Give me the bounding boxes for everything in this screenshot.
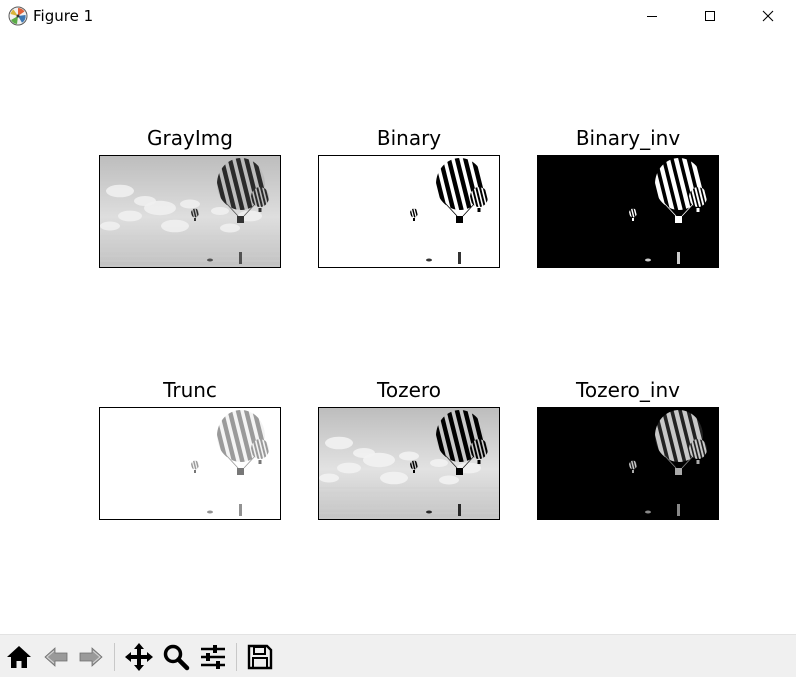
sliders-icon xyxy=(201,645,225,669)
matplotlib-icon xyxy=(8,6,28,26)
maximize-button[interactable] xyxy=(681,0,739,32)
subplot-tozero[interactable] xyxy=(318,407,500,520)
subplot-title-tozero-inv: Tozero_inv xyxy=(576,378,680,402)
subplot-binary[interactable] xyxy=(318,155,500,268)
navigation-toolbar xyxy=(0,634,796,677)
subplot-trunc[interactable] xyxy=(99,407,281,520)
close-button[interactable] xyxy=(739,0,796,32)
title-bar: Figure 1 xyxy=(0,0,796,32)
subplot-image xyxy=(538,156,718,267)
subplot-title-tozero: Tozero xyxy=(377,378,441,402)
back-button[interactable] xyxy=(39,640,73,674)
move-icon xyxy=(125,643,153,671)
save-button[interactable] xyxy=(243,640,277,674)
subplot-binary-inv[interactable] xyxy=(537,155,719,268)
zoom-button[interactable] xyxy=(159,640,193,674)
home-button[interactable] xyxy=(2,640,36,674)
subplot-grayimg[interactable] xyxy=(99,155,281,268)
magnifier-icon xyxy=(163,644,190,671)
subplot-title-grayimg: GrayImg xyxy=(147,126,233,150)
subplot-image xyxy=(100,156,280,267)
subplot-title-binary: Binary xyxy=(376,126,442,150)
back-arrow-icon xyxy=(44,647,68,667)
minimize-button[interactable] xyxy=(623,0,681,32)
subplot-title-trunc: Trunc xyxy=(163,378,217,402)
minimize-icon xyxy=(647,16,657,17)
figure-window: Figure 1 GrayImg Binary Binary_inv Trunc… xyxy=(0,0,796,677)
floppy-disk-icon xyxy=(247,644,273,670)
toolbar-separator xyxy=(114,643,115,671)
subplot-title-binary-inv: Binary_inv xyxy=(575,126,681,150)
home-icon xyxy=(7,646,31,668)
pan-button[interactable] xyxy=(122,640,156,674)
forward-button[interactable] xyxy=(74,640,108,674)
window-title: Figure 1 xyxy=(33,7,94,25)
subplot-image xyxy=(319,156,499,267)
toolbar-separator xyxy=(236,643,237,671)
subplot-tozero-inv[interactable] xyxy=(537,407,719,520)
configure-subplots-button[interactable] xyxy=(196,640,230,674)
forward-arrow-icon xyxy=(79,647,103,667)
subplot-image xyxy=(100,408,280,519)
subplot-image xyxy=(319,408,499,519)
close-icon xyxy=(762,10,774,22)
figure-canvas[interactable]: GrayImg Binary Binary_inv Trunc Tozero T… xyxy=(0,32,796,634)
maximize-icon xyxy=(705,11,715,21)
subplot-image xyxy=(538,408,718,519)
